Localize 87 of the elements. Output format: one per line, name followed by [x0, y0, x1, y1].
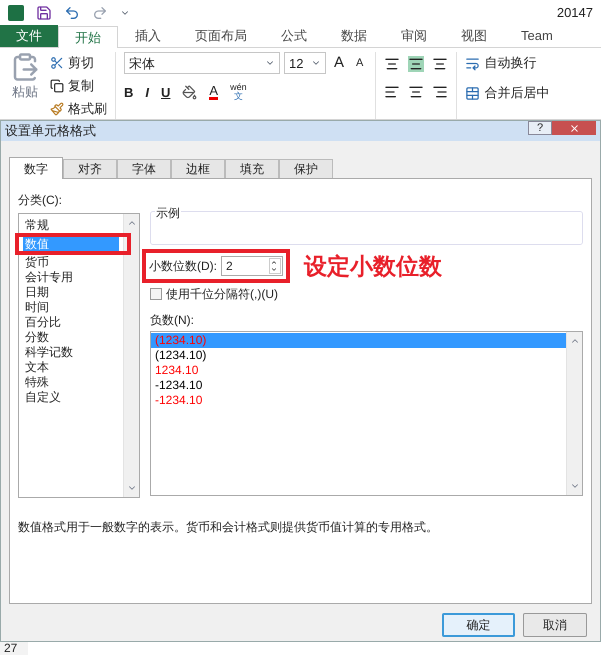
font-color-button[interactable]: A [209, 84, 218, 100]
description-text: 数值格式用于一般数字的表示。货币和会计格式则提供货币值计算的专用格式。 [18, 519, 439, 536]
scrollbar[interactable] [566, 332, 582, 494]
undo-icon[interactable] [64, 4, 80, 20]
phonetic-button[interactable]: wén 文 [230, 83, 247, 102]
wrap-icon [465, 56, 480, 70]
negative-item[interactable]: (1234.10) [151, 348, 566, 362]
ribbon-tab[interactable]: Team [504, 25, 570, 47]
ribbon-tab[interactable]: 视图 [444, 25, 504, 47]
ribbon-tab[interactable]: 审阅 [384, 25, 444, 47]
dialog-tab[interactable]: 对齐 [63, 159, 117, 178]
shrink-font-button[interactable]: A [352, 55, 368, 72]
annotation-text: 设定小数位数 [304, 252, 442, 281]
align-right-icon[interactable] [432, 84, 448, 100]
ribbon-tab[interactable]: 公式 [264, 25, 324, 47]
align-center-icon[interactable] [408, 84, 424, 100]
category-item[interactable]: 分数 [19, 330, 123, 345]
category-label: 分类(C): [18, 192, 63, 209]
close-button[interactable] [552, 121, 596, 135]
excel-logo-icon [8, 4, 24, 20]
scrollbar[interactable] [123, 214, 139, 497]
format-painter-button[interactable]: 格式刷 [50, 98, 107, 119]
negative-item[interactable]: -1234.10 [151, 378, 566, 392]
scissors-icon [50, 56, 64, 70]
ribbon-tab[interactable]: 数据 [324, 25, 384, 47]
brush-icon [50, 102, 64, 116]
close-icon [568, 122, 580, 134]
window-title: 20147 [556, 4, 593, 22]
thousands-label: 使用千位分隔符(,)(U) [166, 286, 278, 302]
ribbon-tab[interactable]: 插入 [118, 25, 178, 47]
decimal-places-field[interactable]: 2 [221, 256, 283, 276]
redo-icon[interactable] [92, 4, 108, 20]
thousands-checkbox[interactable] [150, 288, 162, 300]
bold-button[interactable]: B [124, 82, 134, 102]
ribbon-tab[interactable]: 页面布局 [178, 25, 264, 47]
align-middle-icon[interactable] [408, 56, 424, 72]
merge-icon [465, 86, 480, 100]
negative-item[interactable]: 1234.10 [151, 362, 566, 378]
category-item[interactable]: 百分比 [19, 315, 123, 330]
category-list[interactable]: 常规 数值 货币 会计专用 日期 时间 百分比 分数 科学记数 文本 特殊 自定义 [18, 213, 140, 498]
category-item[interactable]: 会计专用 [19, 270, 123, 285]
dialog-button[interactable]: 确定 [442, 613, 515, 637]
font-size-field[interactable]: 12 [284, 52, 326, 74]
paste-button[interactable]: 粘贴 [8, 52, 42, 119]
row-header: 27 [0, 642, 28, 655]
category-item[interactable]: 科学记数 [19, 345, 123, 360]
spinner-icon[interactable] [269, 258, 281, 274]
decimal-places-label: 小数位数(D): [149, 258, 217, 276]
negative-item[interactable]: -1234.10 [151, 392, 566, 408]
align-left-icon[interactable] [384, 84, 400, 100]
dialog-tab[interactable]: 数字 [9, 157, 63, 179]
copy-button[interactable]: 复制 [50, 75, 107, 96]
dialog-tab[interactable]: 边框 [171, 159, 225, 178]
underline-button[interactable]: U [161, 82, 170, 102]
category-item[interactable]: 特殊 [19, 375, 123, 390]
font-name-field[interactable]: 宋体 [124, 52, 280, 74]
grow-font-button[interactable]: A [330, 52, 348, 74]
negative-number: (1234.10) [155, 348, 206, 362]
negative-number: (1234.10) [155, 332, 206, 346]
align-bottom-icon[interactable] [432, 56, 448, 72]
category-item[interactable]: 货币 [19, 255, 123, 270]
category-item[interactable]: 自定义 [19, 390, 123, 405]
dialog-tab[interactable]: 填充 [225, 159, 279, 178]
help-button[interactable]: ? [528, 121, 552, 135]
ribbon-tab[interactable]: 开始 [58, 26, 118, 48]
dialog-title: 设置单元格格式 [5, 122, 96, 140]
copy-icon [50, 78, 64, 92]
merge-center-button[interactable]: 合并后居中 [465, 82, 550, 104]
category-item[interactable]: 常规 [19, 218, 123, 233]
file-tab[interactable]: 文件 [0, 25, 58, 47]
negative-number: -1234.10 [155, 392, 202, 406]
cut-button[interactable]: 剪切 [50, 52, 107, 73]
category-item[interactable]: 日期 [19, 285, 123, 300]
dialog-tab[interactable]: 字体 [117, 159, 171, 178]
negative-list[interactable]: (1234.10) (1234.10) 1234.10 -1234.10 -1234.10 [150, 330, 583, 496]
wrap-text-button[interactable]: 自动换行 [465, 52, 550, 74]
category-item[interactable]: 文本 [19, 360, 123, 375]
negative-number: -1234.10 [155, 378, 202, 392]
dialog-tab[interactable]: 保护 [279, 159, 333, 178]
align-top-icon[interactable] [384, 56, 400, 72]
negative-number: 1234.10 [155, 362, 198, 376]
save-icon[interactable] [36, 4, 52, 20]
dialog-button[interactable]: 取消 [523, 613, 587, 637]
negative-label: 负数(N): [150, 312, 195, 328]
category-item[interactable]: 时间 [19, 300, 123, 315]
italic-button[interactable]: I [145, 82, 150, 102]
fill-color-icon[interactable] [182, 84, 198, 100]
